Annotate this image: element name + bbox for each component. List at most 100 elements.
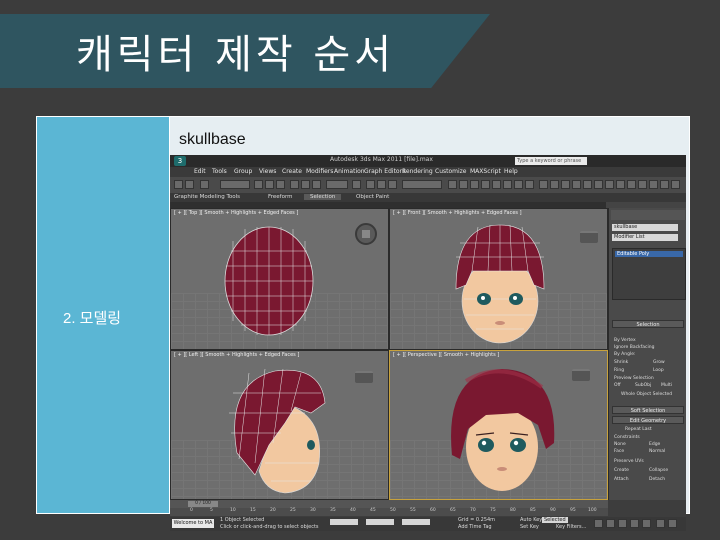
snap-icon[interactable] bbox=[366, 180, 375, 189]
material-editor-icon[interactable] bbox=[503, 180, 512, 189]
viewport-left[interactable]: [ + ][ Left ][ Smooth + Highlights + Edg… bbox=[170, 350, 389, 500]
viewport-top[interactable]: [ + ][ Top ][ Smooth + Highlights + Edge… bbox=[170, 208, 389, 350]
search-input[interactable]: Type a keyword or phrase bbox=[515, 157, 587, 165]
toolbar-icon[interactable] bbox=[605, 180, 614, 189]
toolbar-icon[interactable] bbox=[649, 180, 658, 189]
add-time-tag[interactable]: Add Time Tag bbox=[458, 524, 492, 530]
modifier-list-dropdown[interactable]: Modifier List bbox=[612, 234, 678, 241]
create-button[interactable]: Create bbox=[614, 468, 629, 473]
viewport-front[interactable]: [ + ][ Front ][ Smooth + Highlights + Ed… bbox=[389, 208, 608, 350]
preview-subobj-radio[interactable]: SubObj bbox=[635, 383, 651, 388]
undo-icon[interactable] bbox=[174, 180, 183, 189]
rotate-icon[interactable] bbox=[301, 180, 310, 189]
attach-button[interactable]: Attach bbox=[614, 477, 629, 482]
stack-item[interactable]: Editable Poly bbox=[615, 251, 683, 257]
menu-item[interactable]: Create bbox=[282, 168, 302, 175]
collapse-button[interactable]: Collapse bbox=[649, 468, 668, 473]
percent-snap-icon[interactable] bbox=[388, 180, 397, 189]
x-coordinate-field[interactable] bbox=[330, 519, 358, 525]
ring-button[interactable]: Ring bbox=[614, 368, 624, 373]
preview-off-radio[interactable]: Off bbox=[614, 383, 621, 388]
menu-item[interactable]: Customize bbox=[435, 168, 467, 175]
detach-button[interactable]: Detach bbox=[649, 477, 665, 482]
viewcube-icon[interactable] bbox=[355, 371, 373, 383]
grow-button[interactable]: Grow bbox=[653, 360, 665, 365]
link-icon[interactable] bbox=[200, 180, 209, 189]
maxscript-listener[interactable]: Welcome to MA bbox=[172, 519, 214, 528]
named-selection-dropdown[interactable] bbox=[402, 180, 442, 189]
menu-item[interactable]: Views bbox=[259, 168, 276, 175]
rollout-selection[interactable]: Selection bbox=[612, 320, 684, 328]
menu-item[interactable]: Tools bbox=[212, 168, 227, 175]
play-icon[interactable] bbox=[618, 519, 627, 528]
select-icon[interactable] bbox=[254, 180, 263, 189]
toolbar-icon[interactable] bbox=[616, 180, 625, 189]
key-filters-button[interactable]: Key Filters... bbox=[556, 524, 586, 530]
viewcube-icon[interactable] bbox=[572, 369, 590, 381]
previous-frame-icon[interactable] bbox=[606, 519, 615, 528]
viewport-perspective[interactable]: [ + ][ Perspective ][ Smooth + Highlight… bbox=[389, 350, 608, 500]
menu-item[interactable]: MAXScript bbox=[470, 168, 501, 175]
z-coordinate-field[interactable] bbox=[402, 519, 430, 525]
object-name-field[interactable]: skullbase bbox=[612, 224, 678, 231]
toolbar-icon[interactable] bbox=[572, 180, 581, 189]
constraint-edge-radio[interactable]: Edge bbox=[649, 442, 660, 447]
ribbon-tab-selection[interactable]: Selection bbox=[304, 194, 342, 200]
select-name-icon[interactable] bbox=[265, 180, 274, 189]
menu-item[interactable]: Graph Editors bbox=[364, 168, 405, 175]
curve-editor-icon[interactable] bbox=[481, 180, 490, 189]
go-to-end-icon[interactable] bbox=[642, 519, 651, 528]
next-frame-icon[interactable] bbox=[630, 519, 639, 528]
menu-item[interactable]: Help bbox=[504, 168, 518, 175]
menu-item[interactable]: Animation bbox=[334, 168, 365, 175]
command-tabs[interactable] bbox=[611, 210, 685, 220]
toolbar-icon[interactable] bbox=[594, 180, 603, 189]
menu-item[interactable]: Modifiers bbox=[306, 168, 333, 175]
constraint-normal-radio[interactable]: Normal bbox=[649, 449, 665, 454]
viewcube-icon[interactable] bbox=[580, 231, 598, 243]
loop-button[interactable]: Loop bbox=[653, 368, 664, 373]
toolbar-icon[interactable] bbox=[561, 180, 570, 189]
ribbon-tab-freeform[interactable]: Freeform bbox=[268, 194, 293, 200]
auto-key-button[interactable]: Auto Key bbox=[520, 517, 542, 523]
region-icon[interactable] bbox=[276, 180, 285, 189]
viewcube-icon[interactable] bbox=[355, 223, 377, 245]
time-slider[interactable]: 0 / 100 bbox=[188, 501, 218, 507]
shrink-button[interactable]: Shrink bbox=[614, 360, 628, 365]
go-to-start-icon[interactable] bbox=[594, 519, 603, 528]
option-by-vertex[interactable]: By Vertex bbox=[614, 338, 636, 343]
pan-icon[interactable] bbox=[668, 519, 677, 528]
menu-item[interactable]: Edit bbox=[194, 168, 206, 175]
toolbar-icon[interactable] bbox=[627, 180, 636, 189]
layer-icon[interactable] bbox=[470, 180, 479, 189]
align-icon[interactable] bbox=[459, 180, 468, 189]
toolbar-icon[interactable] bbox=[583, 180, 592, 189]
constraint-none-radio[interactable]: None bbox=[614, 442, 626, 447]
toolbar-icon[interactable] bbox=[539, 180, 548, 189]
toolbar-icon[interactable] bbox=[638, 180, 647, 189]
toolbar-icon[interactable] bbox=[660, 180, 669, 189]
constraint-face-radio[interactable]: Face bbox=[614, 449, 624, 454]
render-icon[interactable] bbox=[525, 180, 534, 189]
repeat-last-button[interactable]: Repeat Last bbox=[625, 427, 652, 432]
key-mode-dropdown[interactable]: Selected bbox=[542, 517, 568, 523]
toolbar-icon[interactable] bbox=[550, 180, 559, 189]
ribbon-label[interactable]: Graphite Modeling Tools bbox=[174, 194, 240, 200]
mirror-icon[interactable] bbox=[448, 180, 457, 189]
zoom-icon[interactable] bbox=[656, 519, 665, 528]
pivot-icon[interactable] bbox=[352, 180, 361, 189]
scale-icon[interactable] bbox=[312, 180, 321, 189]
render-setup-icon[interactable] bbox=[514, 180, 523, 189]
option-by-angle[interactable]: By Angle: bbox=[614, 352, 636, 357]
menu-item[interactable]: Rendering bbox=[402, 168, 433, 175]
toolbar-icon[interactable] bbox=[671, 180, 680, 189]
rollout-soft-selection[interactable]: Soft Selection bbox=[612, 406, 684, 414]
rollout-edit-geometry[interactable]: Edit Geometry bbox=[612, 416, 684, 424]
set-key-button[interactable]: Set Key bbox=[520, 524, 539, 530]
move-icon[interactable] bbox=[290, 180, 299, 189]
schematic-icon[interactable] bbox=[492, 180, 501, 189]
menu-item[interactable]: Group bbox=[234, 168, 252, 175]
option-ignore-backfacing[interactable]: Ignore Backfacing bbox=[614, 345, 654, 350]
redo-icon[interactable] bbox=[185, 180, 194, 189]
coord-dropdown[interactable] bbox=[326, 180, 348, 189]
